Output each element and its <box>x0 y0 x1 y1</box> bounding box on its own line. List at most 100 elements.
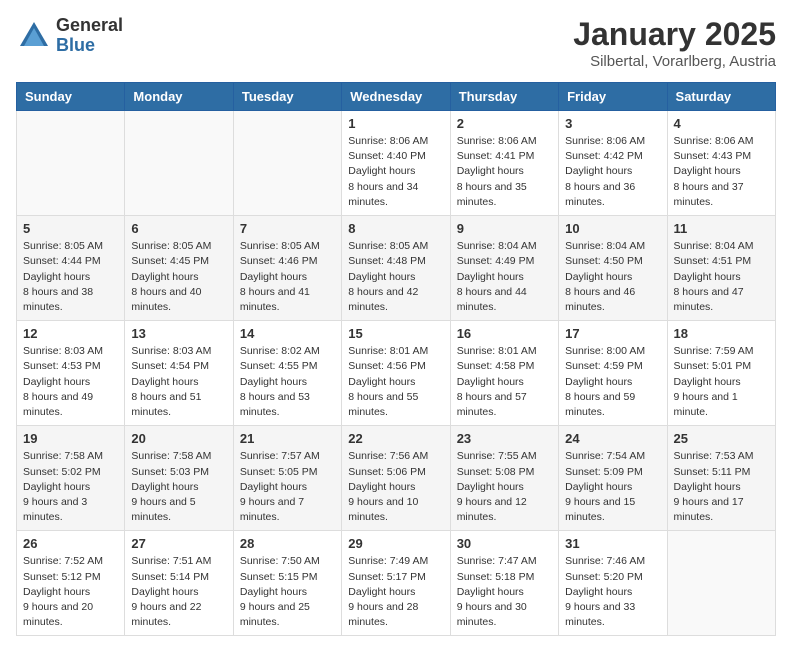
calendar-cell: 21Sunrise: 7:57 AMSunset: 5:05 PMDayligh… <box>233 426 341 531</box>
day-number: 19 <box>23 431 118 446</box>
day-number: 23 <box>457 431 552 446</box>
calendar-cell: 2 Sunrise: 8:06 AMSunset: 4:41 PMDaylight… <box>450 111 558 216</box>
page-header: General Blue January 2025 Silbertal, Vor… <box>16 16 776 70</box>
day-info: Sunrise: 8:04 AMSunset: 4:50 PMDaylight … <box>565 239 660 315</box>
day-info: Sunrise: 7:58 AMSunset: 5:02 PMDaylight … <box>23 449 118 525</box>
day-info: Sunrise: 7:47 AMSunset: 5:18 PMDaylight … <box>457 554 552 630</box>
calendar-table: SundayMondayTuesdayWednesdayThursdayFrid… <box>16 82 776 636</box>
day-info: Sunrise: 7:55 AMSunset: 5:08 PMDaylight … <box>457 449 552 525</box>
day-number: 3 <box>565 116 660 131</box>
calendar-day-header: Wednesday <box>342 83 450 111</box>
day-info: Sunrise: 8:01 AMSunset: 4:58 PMDaylight … <box>457 344 552 420</box>
day-number: 1 <box>348 116 443 131</box>
calendar-cell <box>125 111 233 216</box>
calendar-cell: 28 Sunrise: 7:50 AMSunset: 5:15 PMDayligh… <box>233 531 341 636</box>
day-info: Sunrise: 7:56 AMSunset: 5:06 PMDaylight … <box>348 449 443 525</box>
day-info: Sunrise: 8:04 AMSunset: 4:51 PMDaylight … <box>674 239 769 315</box>
day-number: 8 <box>348 221 443 236</box>
day-info: Sunrise: 8:00 AMSunset: 4:59 PMDaylight … <box>565 344 660 420</box>
calendar-day-header: Tuesday <box>233 83 341 111</box>
day-number: 27 <box>131 536 226 551</box>
calendar-week-row: 19 Sunrise: 7:58 AMSunset: 5:02 PMDayligh… <box>17 426 776 531</box>
day-number: 2 <box>457 116 552 131</box>
day-number: 20 <box>131 431 226 446</box>
calendar-cell: 16 Sunrise: 8:01 AMSunset: 4:58 PMDayligh… <box>450 321 558 426</box>
calendar-cell: 3 Sunrise: 8:06 AMSunset: 4:42 PMDaylight… <box>559 111 667 216</box>
day-info: Sunrise: 7:52 AMSunset: 5:12 PMDaylight … <box>23 554 118 630</box>
calendar-week-row: 5Sunrise: 8:05 AMSunset: 4:44 PMDaylight… <box>17 216 776 321</box>
day-info: Sunrise: 7:58 AMSunset: 5:03 PMDaylight … <box>131 449 226 525</box>
logo: General Blue <box>16 16 123 56</box>
day-number: 14 <box>240 326 335 341</box>
day-info: Sunrise: 7:51 AMSunset: 5:14 PMDaylight … <box>131 554 226 630</box>
logo-blue-text: Blue <box>56 36 123 56</box>
calendar-cell <box>233 111 341 216</box>
day-number: 29 <box>348 536 443 551</box>
day-info: Sunrise: 7:54 AMSunset: 5:09 PMDaylight … <box>565 449 660 525</box>
logo-text: General Blue <box>56 16 123 56</box>
day-info: Sunrise: 8:06 AMSunset: 4:42 PMDaylight … <box>565 134 660 210</box>
day-number: 28 <box>240 536 335 551</box>
day-number: 24 <box>565 431 660 446</box>
title-block: January 2025 Silbertal, Vorarlberg, Aust… <box>573 16 776 70</box>
day-number: 26 <box>23 536 118 551</box>
calendar-week-row: 26 Sunrise: 7:52 AMSunset: 5:12 PMDayligh… <box>17 531 776 636</box>
calendar-cell: 26 Sunrise: 7:52 AMSunset: 5:12 PMDayligh… <box>17 531 125 636</box>
day-info: Sunrise: 8:05 AMSunset: 4:46 PMDaylight … <box>240 239 335 315</box>
day-number: 15 <box>348 326 443 341</box>
day-number: 12 <box>23 326 118 341</box>
location-title: Silbertal, Vorarlberg, Austria <box>573 53 776 70</box>
calendar-cell: 1 Sunrise: 8:06 AMSunset: 4:40 PMDaylight… <box>342 111 450 216</box>
day-number: 16 <box>457 326 552 341</box>
day-info: Sunrise: 8:03 AMSunset: 4:54 PMDaylight … <box>131 344 226 420</box>
calendar-day-header: Sunday <box>17 83 125 111</box>
logo-icon <box>16 18 52 54</box>
calendar-cell: 25 Sunrise: 7:53 AMSunset: 5:11 PMDayligh… <box>667 426 775 531</box>
day-info: Sunrise: 8:06 AMSunset: 4:43 PMDaylight … <box>674 134 769 210</box>
calendar-header-row: SundayMondayTuesdayWednesdayThursdayFrid… <box>17 83 776 111</box>
calendar-cell <box>17 111 125 216</box>
day-info: Sunrise: 8:04 AMSunset: 4:49 PMDaylight … <box>457 239 552 315</box>
calendar-cell: 14 Sunrise: 8:02 AMSunset: 4:55 PMDayligh… <box>233 321 341 426</box>
calendar-week-row: 12 Sunrise: 8:03 AMSunset: 4:53 PMDayligh… <box>17 321 776 426</box>
calendar-cell: 17 Sunrise: 8:00 AMSunset: 4:59 PMDayligh… <box>559 321 667 426</box>
day-number: 13 <box>131 326 226 341</box>
day-number: 22 <box>348 431 443 446</box>
day-number: 11 <box>674 221 769 236</box>
day-number: 4 <box>674 116 769 131</box>
calendar-cell: 24 Sunrise: 7:54 AMSunset: 5:09 PMDayligh… <box>559 426 667 531</box>
calendar-cell: 8 Sunrise: 8:05 AMSunset: 4:48 PMDaylight… <box>342 216 450 321</box>
calendar-cell: 12 Sunrise: 8:03 AMSunset: 4:53 PMDayligh… <box>17 321 125 426</box>
month-title: January 2025 <box>573 16 776 53</box>
day-info: Sunrise: 8:06 AMSunset: 4:40 PMDaylight … <box>348 134 443 210</box>
day-number: 5 <box>23 221 118 236</box>
day-number: 25 <box>674 431 769 446</box>
day-info: Sunrise: 8:03 AMSunset: 4:53 PMDaylight … <box>23 344 118 420</box>
day-info: Sunrise: 7:53 AMSunset: 5:11 PMDaylight … <box>674 449 769 525</box>
day-info: Sunrise: 8:02 AMSunset: 4:55 PMDaylight … <box>240 344 335 420</box>
calendar-cell: 10Sunrise: 8:04 AMSunset: 4:50 PMDayligh… <box>559 216 667 321</box>
day-number: 7 <box>240 221 335 236</box>
day-info: Sunrise: 8:06 AMSunset: 4:41 PMDaylight … <box>457 134 552 210</box>
calendar-cell: 13 Sunrise: 8:03 AMSunset: 4:54 PMDayligh… <box>125 321 233 426</box>
calendar-cell: 7 Sunrise: 8:05 AMSunset: 4:46 PMDaylight… <box>233 216 341 321</box>
calendar-day-header: Saturday <box>667 83 775 111</box>
day-number: 17 <box>565 326 660 341</box>
day-info: Sunrise: 7:46 AMSunset: 5:20 PMDaylight … <box>565 554 660 630</box>
calendar-cell: 9 Sunrise: 8:04 AMSunset: 4:49 PMDaylight… <box>450 216 558 321</box>
calendar-cell: 20 Sunrise: 7:58 AMSunset: 5:03 PMDayligh… <box>125 426 233 531</box>
calendar-cell: 19 Sunrise: 7:58 AMSunset: 5:02 PMDayligh… <box>17 426 125 531</box>
day-info: Sunrise: 7:50 AMSunset: 5:15 PMDaylight … <box>240 554 335 630</box>
calendar-cell: 11 Sunrise: 8:04 AMSunset: 4:51 PMDayligh… <box>667 216 775 321</box>
calendar-cell: 6Sunrise: 8:05 AMSunset: 4:45 PMDaylight… <box>125 216 233 321</box>
calendar-day-header: Monday <box>125 83 233 111</box>
day-number: 18 <box>674 326 769 341</box>
calendar-cell: 5Sunrise: 8:05 AMSunset: 4:44 PMDaylight… <box>17 216 125 321</box>
calendar-cell: 23 Sunrise: 7:55 AMSunset: 5:08 PMDayligh… <box>450 426 558 531</box>
day-info: Sunrise: 8:05 AMSunset: 4:48 PMDaylight … <box>348 239 443 315</box>
calendar-cell: 30Sunrise: 7:47 AMSunset: 5:18 PMDayligh… <box>450 531 558 636</box>
calendar-cell: 4 Sunrise: 8:06 AMSunset: 4:43 PMDaylight… <box>667 111 775 216</box>
calendar-cell <box>667 531 775 636</box>
day-number: 21 <box>240 431 335 446</box>
day-number: 9 <box>457 221 552 236</box>
